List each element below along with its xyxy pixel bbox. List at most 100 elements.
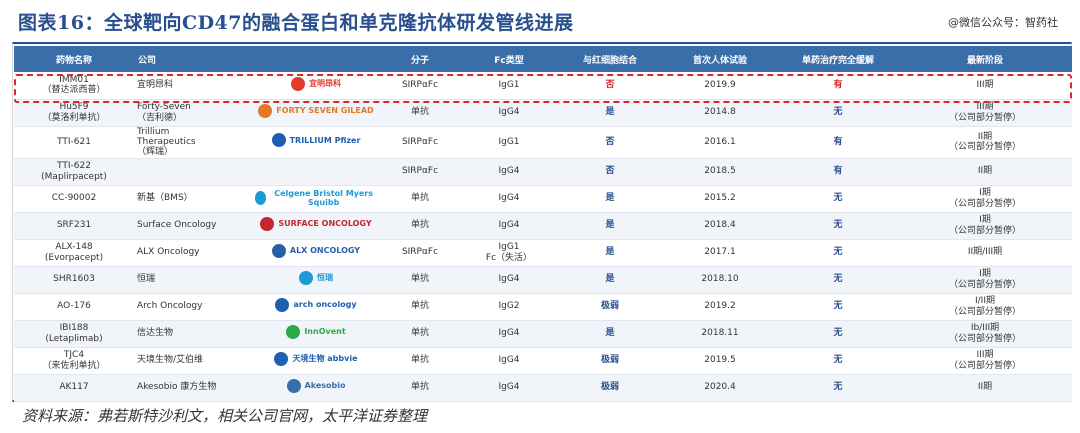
- cell-company: 天境生物/艾伯维: [134, 347, 252, 375]
- header-drug: 药物名称: [55, 55, 92, 66]
- cell-company: 恒瑞: [134, 266, 252, 294]
- page-title: 图表16：全球靶向CD47的融合蛋白和单克隆抗体研发管线进展: [18, 12, 574, 34]
- cell-rbc-binding: 是: [558, 185, 662, 213]
- table-body: IMM01 （替达派西普） 宜明昂科 宜明昂科 SIRPαFc IgG1 否 2019.9 有…: [14, 72, 1072, 402]
- table-row: IBI188 (Letaplimab) 信达生物 InnOvent 单抗 IgG4 是 20…: [14, 320, 1072, 348]
- cell-molecule: SIRPαFc: [380, 72, 460, 100]
- cell-drug: SHR1603: [14, 266, 134, 294]
- cell-logo: FORTY SEVEN GILEAD: [252, 99, 380, 127]
- cell-complete-response: 无: [778, 99, 898, 127]
- cell-latest-stage: I期 （公司部分暂停）: [898, 212, 1072, 240]
- cell-company: [134, 158, 252, 186]
- cell-molecule: 单抗: [380, 374, 460, 402]
- cell-first-trial: 2018.11: [662, 320, 778, 348]
- company-logo: 天境生物 abbvie: [274, 351, 358, 366]
- cell-fc-type: IgG1: [460, 72, 558, 100]
- cell-drug: ALX-148 (Evorpacept): [14, 239, 134, 267]
- cell-logo: [252, 158, 380, 186]
- logo-mark-icon: [299, 270, 313, 285]
- table-row: TTI-622 (Maplirpacept) SIRPαFc IgG4 否 2018.5…: [14, 158, 1072, 186]
- cell-molecule: SIRPαFc: [380, 126, 460, 159]
- cell-latest-stage: III期 （公司部分暂停）: [898, 99, 1072, 127]
- cell-first-trial: 2019.5: [662, 347, 778, 375]
- cell-first-trial: 2016.1: [662, 126, 778, 159]
- header-molecule: 分子: [410, 55, 429, 66]
- cell-rbc-binding: 是: [558, 212, 662, 240]
- header-first-trial: 首次人体试验: [692, 55, 747, 66]
- cell-company: Trillium Therapeutics （辉瑞）: [134, 126, 252, 159]
- cell-drug: Hu5F9 （莫洛利单抗）: [14, 99, 134, 127]
- cell-molecule: 单抗: [380, 320, 460, 348]
- cell-company: 信达生物: [134, 320, 252, 348]
- cell-rbc-binding: 极弱: [558, 374, 662, 402]
- logo-mark-icon: [258, 103, 273, 118]
- company-logo: 恒瑞: [299, 270, 333, 285]
- header-logo: [252, 46, 380, 72]
- cell-rbc-binding: 是: [558, 266, 662, 294]
- cell-logo: TRILLIUM Pfizer: [252, 126, 380, 159]
- cell-molecule: 单抗: [380, 212, 460, 240]
- cell-complete-response: 有: [778, 126, 898, 159]
- logo-mark-icon: [274, 351, 289, 366]
- company-logo: 宜明昂科: [291, 76, 341, 91]
- cell-latest-stage: I期 （公司部分暂停）: [898, 185, 1072, 213]
- cell-complete-response: 无: [778, 266, 898, 294]
- pipeline-table: 药物名称 公司 分子 Fc类型 与红细胞结合 首次人体试验 单药治疗完全缓解 最…: [14, 46, 1072, 402]
- cell-fc-type: IgG4: [460, 320, 558, 348]
- cell-latest-stage: II期 （公司部分暂停）: [898, 126, 1072, 159]
- cell-rbc-binding: 否: [558, 158, 662, 186]
- cell-fc-type: IgG4: [460, 212, 558, 240]
- cell-logo: ALX ONCOLOGY: [252, 239, 380, 267]
- logo-mark-icon: [271, 243, 286, 258]
- company-logo: Akesobio: [286, 378, 345, 393]
- cell-drug: TJC4 （来佐利单抗）: [14, 347, 134, 375]
- cell-first-trial: 2018.10: [662, 266, 778, 294]
- cell-logo: 宜明昂科: [252, 72, 380, 100]
- logo-mark-icon: [271, 133, 286, 148]
- cell-drug: SRF231: [14, 212, 134, 240]
- cell-molecule: 单抗: [380, 266, 460, 294]
- cell-latest-stage: II期: [898, 374, 1072, 402]
- logo-mark-icon: [260, 216, 275, 231]
- table-row: CC-90002 新基（BMS） Celgene Bristol Myers Squ…: [14, 185, 1072, 213]
- cell-company: Forty-Seven （吉利德）: [134, 99, 252, 127]
- cell-fc-type: IgG1 Fc（失活）: [460, 239, 558, 267]
- table-header: 药物名称 公司 分子 Fc类型 与红细胞结合 首次人体试验 单药治疗完全缓解 最…: [14, 46, 1072, 72]
- cell-latest-stage: II期/III期: [898, 239, 1072, 267]
- cell-logo: 恒瑞: [252, 266, 380, 294]
- cell-company: 新基（BMS）: [134, 185, 252, 213]
- watermark: @微信公众号：智药社: [948, 16, 1058, 29]
- cell-drug: TTI-622 (Maplirpacept): [14, 158, 134, 186]
- cell-drug: IMM01 （替达派西普）: [14, 72, 134, 100]
- header-complete-response: 单药治疗完全缓解: [801, 55, 874, 66]
- header-latest-stage: 最新阶段: [966, 55, 1003, 66]
- cell-complete-response: 无: [778, 239, 898, 267]
- cell-rbc-binding: 否: [558, 126, 662, 159]
- cell-complete-response: 无: [778, 293, 898, 321]
- company-logo: Celgene Bristol Myers Squibb: [255, 189, 377, 207]
- company-logo: SURFACE ONCOLOGY: [260, 216, 372, 231]
- company-logo: arch oncology: [275, 297, 357, 312]
- cell-first-trial: 2018.5: [662, 158, 778, 186]
- cell-complete-response: 无: [778, 347, 898, 375]
- cell-molecule: 单抗: [380, 185, 460, 213]
- cell-first-trial: 2017.1: [662, 239, 778, 267]
- header-company: 公司: [138, 55, 157, 66]
- cell-complete-response: 无: [778, 185, 898, 213]
- cell-logo: Celgene Bristol Myers Squibb: [252, 185, 380, 213]
- cell-fc-type: IgG2: [460, 293, 558, 321]
- cell-molecule: SIRPαFc: [380, 239, 460, 267]
- cell-latest-stage: II期: [898, 158, 1072, 186]
- cell-drug: AK117: [14, 374, 134, 402]
- cell-molecule: 单抗: [380, 293, 460, 321]
- cell-complete-response: 无: [778, 212, 898, 240]
- cell-company: Arch Oncology: [134, 293, 252, 321]
- cell-rbc-binding: 极弱: [558, 293, 662, 321]
- cell-latest-stage: Ib/III期 （公司部分暂停）: [898, 320, 1072, 348]
- table-row: ALX-148 (Evorpacept) ALX Oncology ALX ONCO…: [14, 239, 1072, 267]
- cell-company: Akesobio 康方生物: [134, 374, 252, 402]
- cell-rbc-binding: 极弱: [558, 347, 662, 375]
- cell-molecule: 单抗: [380, 99, 460, 127]
- header-rbc-binding: 与红细胞结合: [582, 55, 637, 66]
- cell-first-trial: 2014.8: [662, 99, 778, 127]
